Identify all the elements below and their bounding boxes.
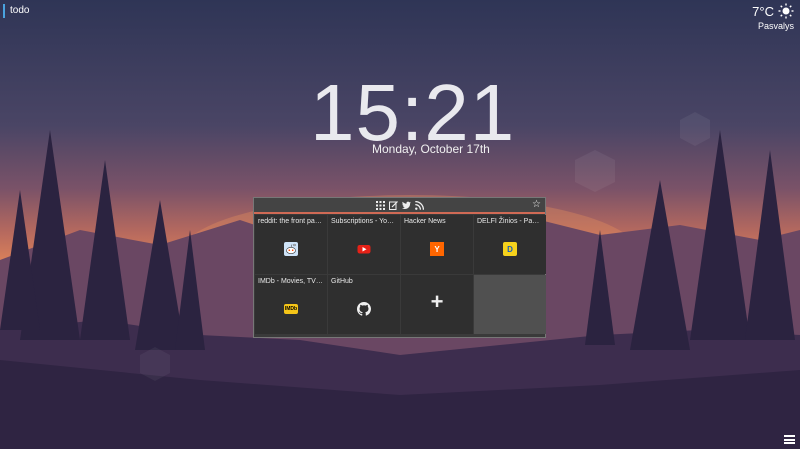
weather-widget[interactable]: 7°C Pasvalys — [752, 3, 794, 31]
twitter-icon[interactable] — [401, 201, 411, 210]
add-tile-button[interactable]: + — [401, 275, 473, 334]
star-icon[interactable]: ☆ — [532, 198, 541, 212]
speed-dial-grid: reddit: the front pa… Subscriptions - Yo… — [254, 214, 546, 334]
speed-dial-tile-github[interactable]: GitHub — [328, 275, 400, 334]
hackernews-icon: Y — [430, 242, 444, 256]
tile-title: reddit: the front pa… — [258, 218, 322, 225]
apps-grid-icon[interactable] — [375, 200, 385, 210]
speed-dial-tile-reddit[interactable]: reddit: the front pa… — [255, 215, 327, 274]
notes-icon[interactable] — [388, 200, 398, 210]
youtube-icon — [357, 245, 371, 254]
sun-icon — [778, 3, 794, 19]
rss-icon[interactable] — [414, 200, 424, 210]
speed-dial-panel: ☆ reddit: the front pa… Subscriptions - … — [253, 197, 546, 338]
tile-title: GitHub — [331, 278, 353, 285]
delfi-icon: D — [503, 242, 517, 256]
speed-dial-toolbar: ☆ — [254, 198, 545, 214]
todo-widget[interactable]: todo — [3, 4, 29, 18]
empty-tile-slot — [474, 275, 546, 334]
speed-dial-tile-hackernews[interactable]: Hacker News Y — [401, 215, 473, 274]
temperature: 7°C — [752, 3, 774, 19]
tile-title: Hacker News — [404, 218, 446, 225]
speed-dial-tile-delfi[interactable]: DELFI Žinios - Pa… D — [474, 215, 546, 274]
menu-icon[interactable] — [784, 435, 795, 444]
reddit-icon — [284, 242, 298, 256]
clock-date: Monday, October 17th — [372, 142, 490, 156]
github-icon — [357, 302, 371, 316]
tile-title: Subscriptions - Yo… — [331, 218, 395, 225]
tile-title: DELFI Žinios - Pa… — [477, 218, 540, 225]
city-name: Pasvalys — [757, 21, 794, 31]
todo-label[interactable]: todo — [10, 5, 29, 16]
tile-title: IMDb - Movies, TV… — [258, 278, 323, 285]
add-icon: + — [430, 289, 444, 314]
imdb-icon: IMDb — [284, 304, 298, 314]
speed-dial-tile-imdb[interactable]: IMDb - Movies, TV… IMDb — [255, 275, 327, 334]
speed-dial-tile-youtube[interactable]: Subscriptions - Yo… — [328, 215, 400, 274]
